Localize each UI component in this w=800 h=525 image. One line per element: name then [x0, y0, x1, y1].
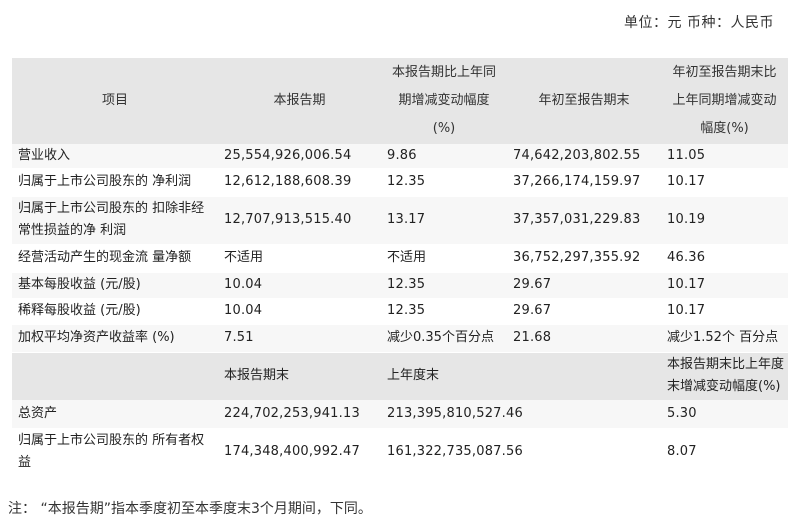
table-header-row: 项目 本报告期 本报告期比上年同 期增减变动幅度 (%) 年初至报告期末 年初至…: [12, 58, 788, 144]
row-current: 25,554,926,006.54: [218, 144, 381, 169]
row-change: 减少0.35个百分点: [381, 324, 507, 353]
table-row: 归属于上市公司股东的 净利润 12,612,188,608.39 12.35 3…: [12, 168, 788, 197]
subheader-change-l1: 本报告期末比上年度: [667, 357, 785, 373]
footnote: 注： “本报告期”指本季度初至本季度末3个月期间，下同。: [8, 501, 372, 517]
subheader-change-l2: 末增减变动幅度(%): [667, 379, 781, 395]
header-period-change-l2: 期增减变动幅度: [398, 93, 490, 108]
subheader-empty: [12, 352, 218, 400]
row-item-l2: 益: [18, 455, 32, 470]
row-item-l2: 常性损益的净 利润: [18, 223, 127, 238]
row-change: 8.07: [661, 428, 788, 477]
row-empty: [507, 400, 661, 429]
row-change: 12.35: [381, 272, 507, 299]
header-ytd-change: 年初至报告期末比 上年同期增减变动 幅度(%): [661, 58, 788, 144]
row-current: 7.51: [218, 324, 381, 353]
row-ytd-change: 10.17: [661, 168, 788, 197]
unit-label: 单位：元 币种：人民币: [624, 15, 774, 31]
row-ytd-change: 减少1.52个 百分点: [661, 324, 788, 353]
row-item: 基本每股收益 (元/股): [12, 272, 218, 299]
row-current: 10.04: [218, 272, 381, 299]
row-change: 不适用: [381, 244, 507, 273]
subheader-prev-year-end: 上年度末: [381, 352, 507, 400]
row-change: 12.35: [381, 298, 507, 325]
table-row: 总资产 224,702,253,941.13 213,395,810,527.4…: [12, 400, 788, 429]
header-period-change: 本报告期比上年同 期增减变动幅度 (%): [381, 58, 507, 144]
row-item-l1: 归属于上市公司股东的 所有者权: [18, 433, 205, 448]
row-ytd: 29.67: [507, 298, 661, 325]
row-item-l1: 归属于上市公司股东的 扣除非经: [18, 201, 205, 216]
row-change: 13.17: [381, 196, 507, 245]
row-item: 总资产: [12, 400, 218, 429]
row-item: 营业收入: [12, 144, 218, 169]
row-item: 加权平均净资产收益率 (%): [12, 324, 218, 353]
table-row: 营业收入 25,554,926,006.54 9.86 74,642,203,8…: [12, 144, 788, 169]
row-ytd: 74,642,203,802.55: [507, 144, 661, 169]
row-current: 224,702,253,941.13: [218, 400, 381, 429]
row-change: 5.30: [661, 400, 788, 429]
header-ytd: 年初至报告期末: [507, 58, 661, 144]
subheader-period-end: 本报告期末: [218, 352, 381, 400]
header-ytd-change-l3: 幅度(%): [700, 121, 749, 136]
row-prev: 161,322,735,087.56: [381, 428, 523, 477]
row-current: 不适用: [218, 244, 381, 273]
subheader-empty-2: [507, 352, 661, 400]
financial-table: 项目 本报告期 本报告期比上年同 期增减变动幅度 (%) 年初至报告期末 年初至…: [12, 58, 788, 477]
row-item: 稀释每股收益 (元/股): [12, 298, 218, 325]
row-change: 9.86: [381, 144, 507, 169]
row-item: 经营活动产生的现金流 量净额: [12, 244, 218, 273]
table-row: 归属于上市公司股东的 所有者权 益 174,348,400,992.47 161…: [12, 428, 788, 477]
row-ytd: 29.67: [507, 272, 661, 299]
row-current: 174,348,400,992.47: [218, 428, 381, 477]
row-ytd-change: 46.36: [661, 244, 788, 273]
table-row: 基本每股收益 (元/股) 10.04 12.35 29.67 10.17: [12, 272, 788, 299]
row-empty: [507, 428, 661, 477]
header-ytd-change-l1: 年初至报告期末比: [672, 65, 777, 80]
table-row: 归属于上市公司股东的 扣除非经 常性损益的净 利润 12,707,913,515…: [12, 196, 788, 245]
row-ytd: 37,357,031,229.83: [507, 196, 661, 245]
row-change: 12.35: [381, 168, 507, 197]
header-period-change-l3: (%): [432, 121, 456, 136]
table-row: 经营活动产生的现金流 量净额 不适用 不适用 36,752,297,355.92…: [12, 244, 788, 273]
table-row: 加权平均净资产收益率 (%) 7.51 减少0.35个百分点 21.68 减少1…: [12, 324, 788, 353]
row-ytd-change: 10.17: [661, 298, 788, 325]
row-ytd-change: 10.17: [661, 272, 788, 299]
row-current: 12,707,913,515.40: [218, 196, 381, 245]
header-ytd-change-l2: 上年同期增减变动: [672, 93, 777, 108]
row-item: 归属于上市公司股东的 净利润: [12, 168, 218, 197]
row-item: 归属于上市公司股东的 所有者权 益: [12, 428, 218, 477]
table-subheader-row: 本报告期末 上年度末 本报告期末比上年度 末增减变动幅度(%): [12, 352, 788, 400]
row-current: 12,612,188,608.39: [218, 168, 381, 197]
header-current-period: 本报告期: [218, 58, 381, 144]
table-row: 稀释每股收益 (元/股) 10.04 12.35 29.67 10.17: [12, 298, 788, 325]
row-ytd: 36,752,297,355.92: [507, 244, 661, 273]
row-prev: 213,395,810,527.46: [381, 400, 523, 429]
row-item: 归属于上市公司股东的 扣除非经 常性损益的净 利润: [12, 196, 218, 245]
row-current: 10.04: [218, 298, 381, 325]
header-period-change-l1: 本报告期比上年同: [391, 65, 496, 80]
header-item: 项目: [12, 58, 218, 144]
row-ytd: 37,266,174,159.97: [507, 168, 661, 197]
row-ytd: 21.68: [507, 324, 661, 353]
row-ytd-change: 10.19: [661, 196, 788, 245]
subheader-change: 本报告期末比上年度 末增减变动幅度(%): [661, 352, 788, 400]
row-ytd-change: 11.05: [661, 144, 788, 169]
